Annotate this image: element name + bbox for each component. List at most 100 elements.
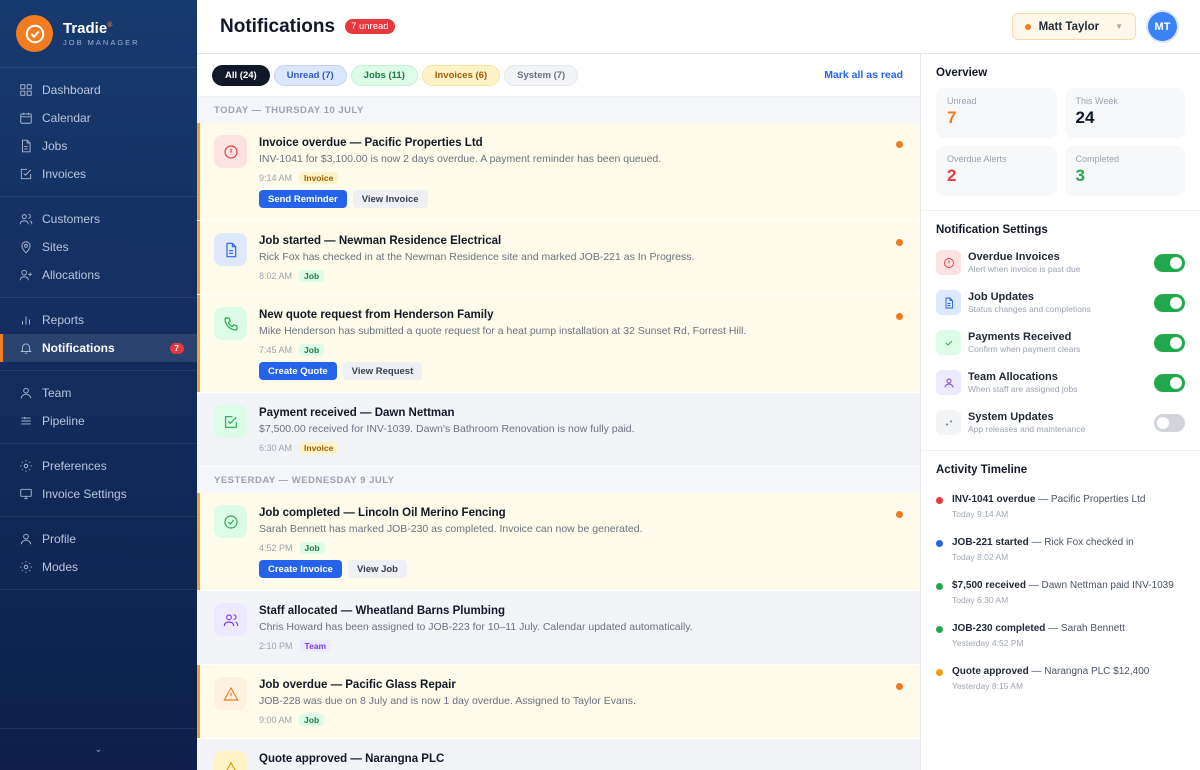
sidebar-item-reports[interactable]: Reports bbox=[0, 306, 197, 334]
category-tag: Job bbox=[299, 344, 325, 356]
category-tag: Job bbox=[299, 270, 325, 282]
sidebar-item-jobs[interactable]: Jobs bbox=[0, 132, 197, 160]
sidebar-item-preferences[interactable]: Preferences bbox=[0, 452, 197, 480]
sidebar-item-notifications[interactable]: Notifications 7 bbox=[0, 334, 197, 362]
notification-feed: All (24) Unread (7) Jobs (11) Invoices (6) S… bbox=[197, 54, 921, 770]
brand-name: Tradie® bbox=[63, 20, 113, 37]
setting-title: System Updates bbox=[968, 411, 1054, 423]
category-tag: Invoice bbox=[299, 172, 339, 184]
notification-time: 9:00 AM bbox=[259, 715, 293, 725]
stat-label: Completed bbox=[1075, 154, 1120, 164]
filter-chip-all[interactable]: All (24) bbox=[212, 64, 270, 86]
sun-icon bbox=[19, 560, 42, 574]
notification-time: 4:52 PM bbox=[259, 543, 293, 553]
timeline-dot-icon bbox=[936, 497, 943, 504]
notification-item[interactable]: Payment received — Dawn Nettman $7,500.00… bbox=[197, 393, 920, 467]
timeline-detail: — Sarah Bennett bbox=[1045, 623, 1125, 634]
notification-body: Quote approved — Narangna PLC bbox=[259, 751, 903, 770]
setting-row: Team Allocations When staff are assigned … bbox=[936, 369, 1185, 396]
notification-actions: Send Reminder View Invoice bbox=[259, 190, 903, 208]
user-menu-button[interactable]: Matt Taylor ▼ bbox=[1011, 13, 1136, 40]
toggle-job-updates[interactable] bbox=[1154, 293, 1185, 312]
filter-chip-unread[interactable]: Unread (7) bbox=[273, 64, 347, 86]
notification-title: Invoice overdue — Pacific Properties Ltd bbox=[259, 137, 483, 149]
notification-time: 9:14 AM bbox=[259, 173, 293, 183]
monitor-icon bbox=[19, 487, 42, 501]
sidebar-item-calendar[interactable]: Calendar bbox=[0, 104, 197, 132]
toggle-payments-received[interactable] bbox=[1154, 333, 1185, 352]
toggle-system-updates[interactable] bbox=[1154, 413, 1185, 432]
setting-text: Team Allocations When staff are assigned … bbox=[968, 371, 1154, 394]
notification-item[interactable]: New quote request from Henderson Family M… bbox=[197, 295, 920, 393]
sidebar-item-allocations[interactable]: Allocations bbox=[0, 261, 197, 289]
timeline-event: $7,500 received bbox=[952, 580, 1026, 591]
notification-meta: 2:10 PM Team bbox=[259, 640, 903, 652]
sidebar-item-dashboard[interactable]: Dashboard bbox=[0, 76, 197, 104]
toggle-overdue-invoices[interactable] bbox=[1154, 253, 1185, 272]
nav-group: Team Pipeline bbox=[0, 371, 197, 444]
timeline-time: Yesterday 4:52 PM bbox=[952, 638, 1024, 648]
timeline-item: $7,500 received — Dawn Nettman paid INV-… bbox=[936, 580, 1185, 605]
user-icon bbox=[936, 370, 961, 395]
notification-item[interactable]: Quote approved — Narangna PLC bbox=[197, 739, 920, 770]
stat-label: This Week bbox=[1075, 96, 1118, 106]
notification-item[interactable]: Staff allocated — Wheatland Barns Plumbi… bbox=[197, 591, 920, 665]
sidebar-item-team[interactable]: Team bbox=[0, 379, 197, 407]
view-request-button[interactable]: View Request bbox=[342, 362, 423, 380]
notification-time: 2:10 PM bbox=[259, 641, 293, 651]
toggle-team-allocations[interactable] bbox=[1154, 373, 1185, 392]
notification-item[interactable]: Job started — Newman Residence Electrica… bbox=[197, 221, 920, 295]
check-circle-icon bbox=[214, 505, 247, 538]
notification-item[interactable]: Job overdue — Pacific Glass Repair JOB-22… bbox=[197, 665, 920, 739]
timeline-detail: — Pacific Properties Ltd bbox=[1035, 494, 1146, 505]
setting-description: App releases and maintenance bbox=[968, 424, 1086, 434]
category-tag: Invoice bbox=[299, 442, 339, 454]
sidebar-item-customers[interactable]: Customers bbox=[0, 205, 197, 233]
notification-actions: Create Quote View Request bbox=[259, 362, 903, 380]
sidebar-nav: Dashboard Calendar Jobs Invoices Customers Si… bbox=[0, 68, 197, 590]
notification-item[interactable]: Invoice overdue — Pacific Properties Ltd… bbox=[197, 123, 920, 221]
top-bar: Notifications 7 unread Matt Taylor ▼ MT bbox=[197, 0, 1200, 54]
create-invoice-button[interactable]: Create Invoice bbox=[259, 560, 342, 578]
send-reminder-button[interactable]: Send Reminder bbox=[259, 190, 347, 208]
setting-description: Confirm when payment clears bbox=[968, 344, 1081, 354]
sidebar-item-invoices[interactable]: Invoices bbox=[0, 160, 197, 188]
timeline-event: INV-1041 overdue bbox=[952, 494, 1036, 505]
stat-card-completed: Completed 3 bbox=[1064, 146, 1185, 196]
view-job-button[interactable]: View Job bbox=[347, 560, 407, 578]
brand-subtitle: JOB MANAGER bbox=[63, 38, 140, 47]
overview-panel: Overview Unread 7 This Week 24 Overdue Alert… bbox=[921, 54, 1200, 211]
create-quote-button[interactable]: Create Quote bbox=[259, 362, 337, 380]
notification-description: Rick Fox has checked in at the Newman Re… bbox=[259, 251, 695, 263]
view-invoice-button[interactable]: View Invoice bbox=[352, 190, 428, 208]
notification-body: Payment received — Dawn Nettman $7,500.00… bbox=[259, 405, 903, 466]
section-header: YESTERDAY — WEDNESDAY 9 JULY bbox=[197, 467, 920, 493]
filter-chip-system[interactable]: System (7) bbox=[504, 64, 579, 86]
check-icon bbox=[936, 330, 961, 355]
star-icon bbox=[214, 751, 247, 770]
sun-icon bbox=[19, 459, 42, 473]
notification-item[interactable]: Job completed — Lincoln Oil Merino Fenci… bbox=[197, 493, 920, 591]
sidebar-item-invoice-settings[interactable]: Invoice Settings bbox=[0, 480, 197, 508]
category-tag: Team bbox=[299, 640, 332, 652]
timeline-detail: — Rick Fox checked in bbox=[1028, 537, 1134, 548]
stat-value: 2 bbox=[947, 166, 957, 185]
sidebar: Tradie® JOB MANAGER Dashboard Calendar Job… bbox=[0, 0, 197, 770]
sidebar-item-profile[interactable]: Profile bbox=[0, 525, 197, 553]
filter-chip-jobs[interactable]: Jobs (11) bbox=[350, 64, 418, 86]
mark-all-read-link[interactable]: Mark all as read bbox=[824, 69, 903, 81]
timeline-detail: — Narangna PLC $12,400 bbox=[1028, 666, 1150, 677]
sidebar-item-sites[interactable]: Sites bbox=[0, 233, 197, 261]
notification-body: Invoice overdue — Pacific Properties Ltd… bbox=[259, 135, 903, 220]
sidebar-item-label: Calendar bbox=[42, 111, 91, 125]
collapse-chevron-icon[interactable]: ⌄ bbox=[0, 728, 197, 770]
sidebar-item-pipeline[interactable]: Pipeline bbox=[0, 407, 197, 435]
sidebar-item-label: Allocations bbox=[42, 268, 101, 282]
notification-title: New quote request from Henderson Family bbox=[259, 309, 494, 321]
sidebar-item-modes[interactable]: Modes bbox=[0, 553, 197, 581]
avatar[interactable]: MT bbox=[1148, 12, 1177, 41]
notification-count-badge: 7 bbox=[169, 342, 184, 354]
stat-value: 3 bbox=[1075, 166, 1085, 185]
notification-description: JOB-228 was due on 8 July and is now 1 d… bbox=[259, 695, 636, 707]
filter-chip-invoices[interactable]: Invoices (6) bbox=[421, 64, 501, 86]
